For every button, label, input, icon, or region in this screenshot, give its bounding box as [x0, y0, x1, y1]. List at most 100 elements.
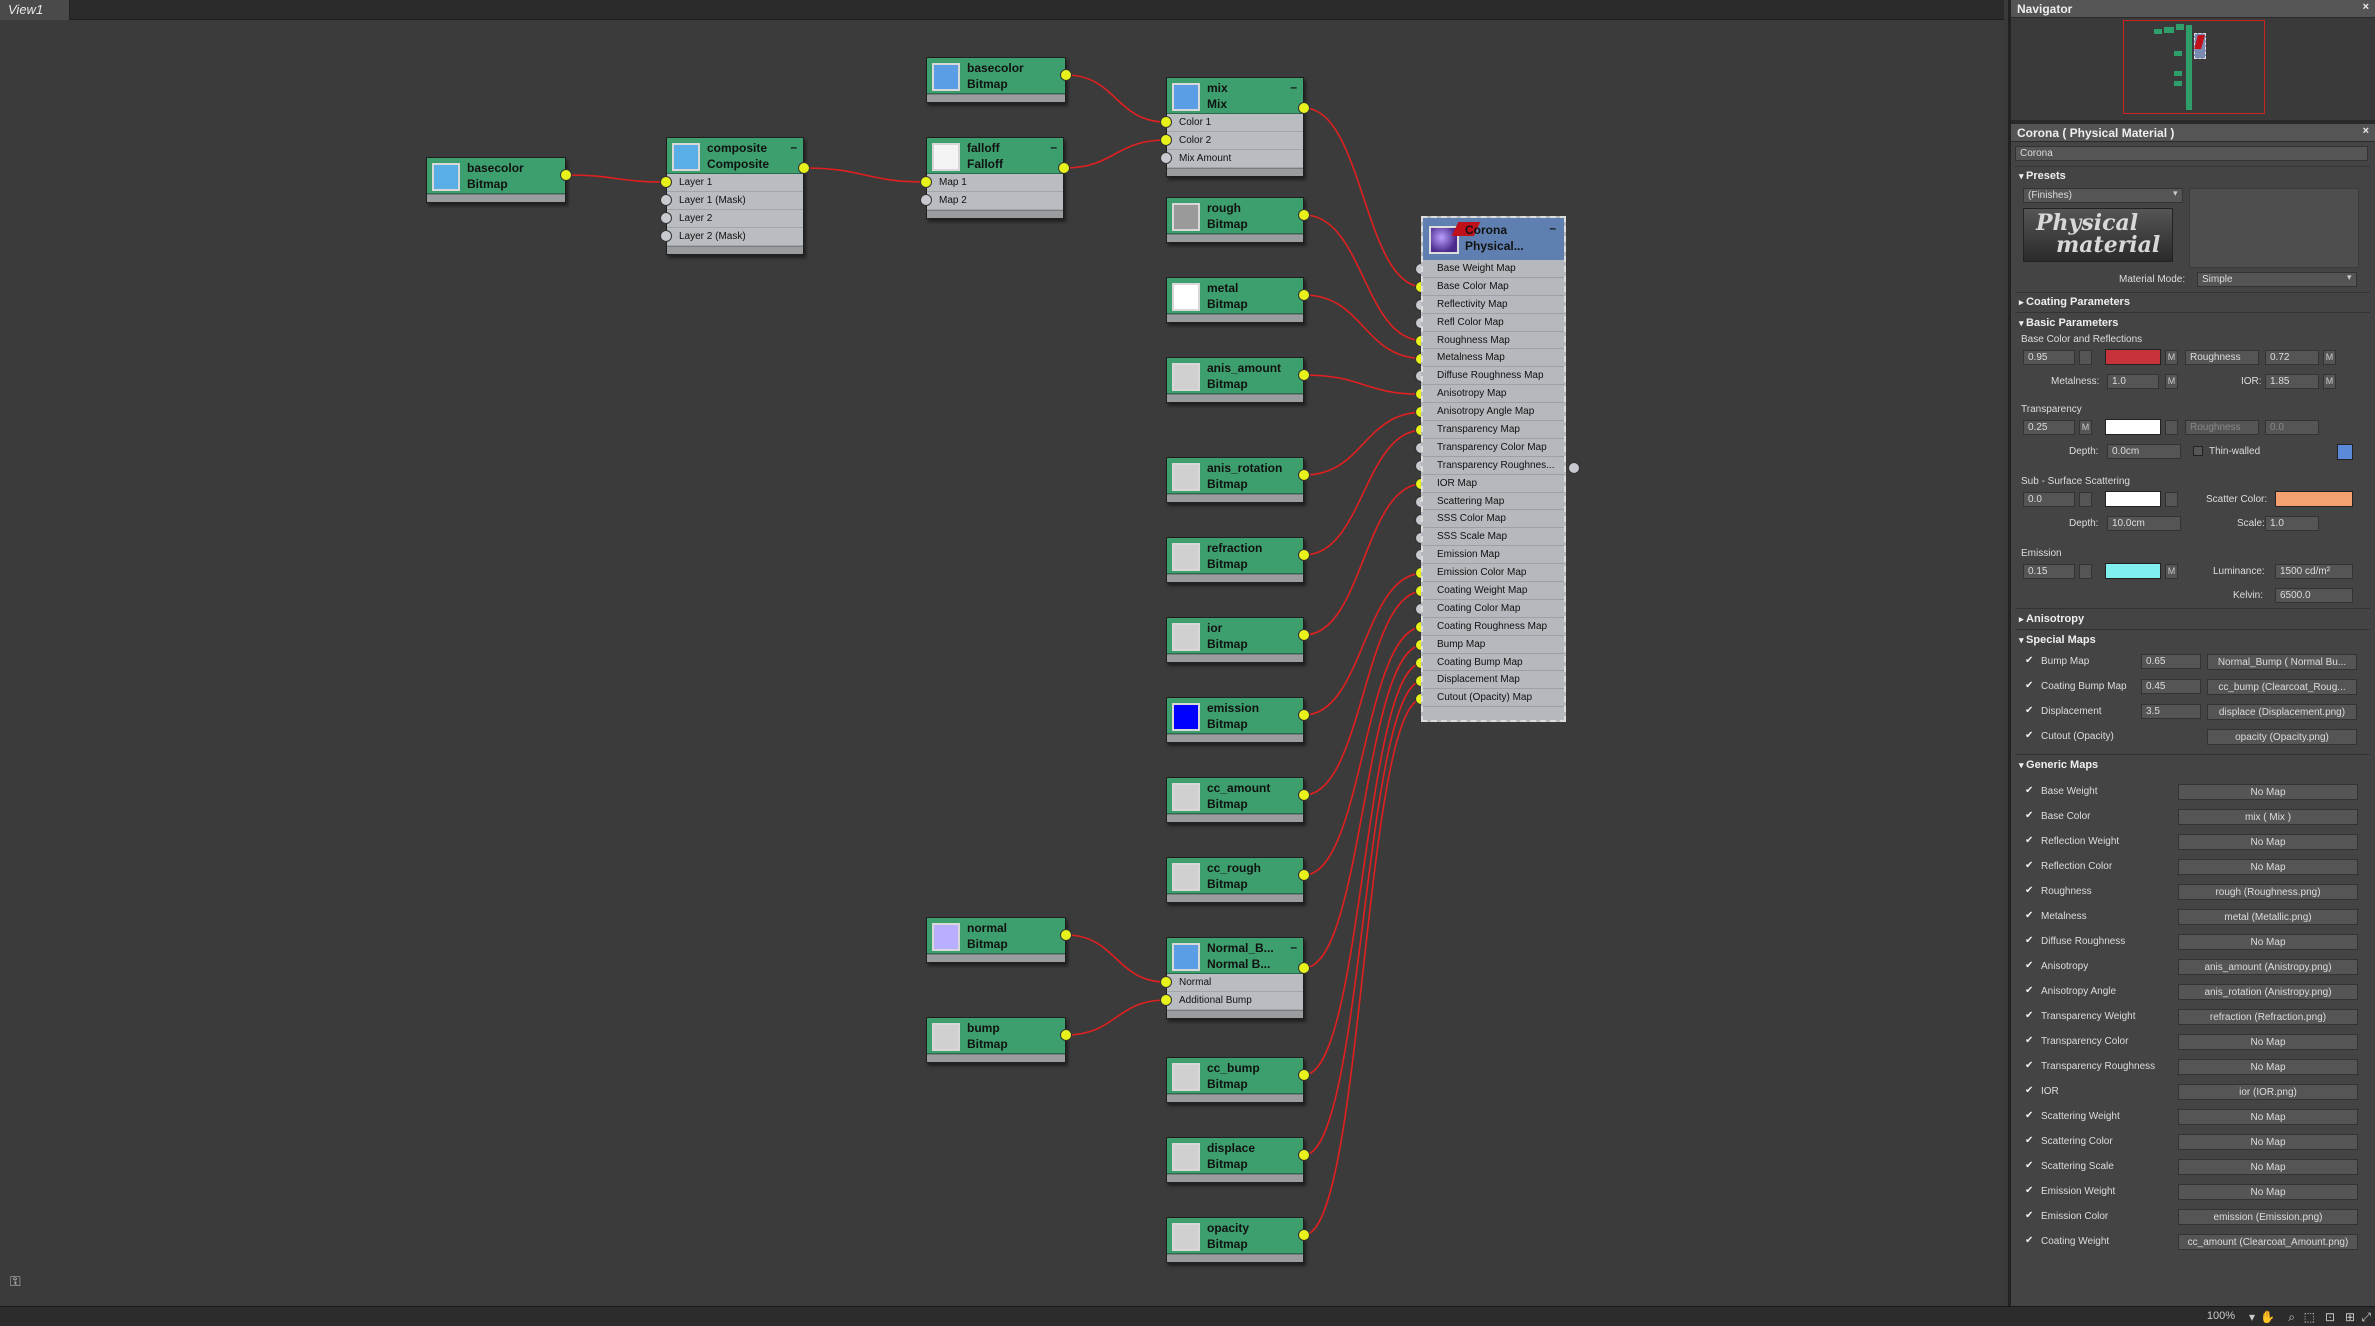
- checkbox[interactable]: ✔: [2025, 1011, 2035, 1021]
- output-port[interactable]: [1058, 162, 1070, 174]
- generic-maps-header[interactable]: Generic Maps: [2019, 759, 2098, 771]
- anisA-node[interactable]: anis_amount Bitmap: [1166, 357, 1304, 403]
- generic-map-button[interactable]: No Map: [2178, 1184, 2358, 1200]
- minimize-icon[interactable]: –: [1290, 940, 1297, 954]
- sss-scale-spinner[interactable]: 1.0: [2265, 516, 2319, 531]
- node-header[interactable]: Corona Physical... –: [1423, 218, 1564, 260]
- metal-node[interactable]: metal Bitmap: [1166, 277, 1304, 323]
- sss-depth-spinner[interactable]: 10.0cm: [2107, 516, 2181, 531]
- output-port[interactable]: [1298, 962, 1310, 974]
- generic-map-button[interactable]: No Map: [2178, 934, 2358, 950]
- corona-input-slot[interactable]: Displacement Map: [1423, 671, 1564, 690]
- output-port[interactable]: [1298, 869, 1310, 881]
- ior-node[interactable]: ior Bitmap: [1166, 617, 1304, 663]
- input-slot[interactable]: Map 1: [927, 174, 1063, 192]
- node-header[interactable]: mix Mix –: [1167, 78, 1303, 114]
- special-maps-header[interactable]: Special Maps: [2019, 634, 2096, 646]
- scatter-color-swatch[interactable]: [2275, 491, 2353, 507]
- transparency-map-button[interactable]: M: [2079, 420, 2092, 435]
- node-header[interactable]: composite Composite –: [667, 138, 803, 174]
- sss-level-spinner[interactable]: 0.0: [2023, 492, 2075, 507]
- zoom-icon[interactable]: ⌕: [2288, 1310, 2295, 1325]
- transparency-color-swatch[interactable]: [2105, 419, 2161, 435]
- lock-icon[interactable]: [2337, 444, 2353, 460]
- node-header[interactable]: anis_rotation Bitmap: [1167, 458, 1303, 494]
- checkbox[interactable]: ✔: [2025, 961, 2035, 971]
- norm-node[interactable]: normal Bitmap: [926, 917, 1066, 963]
- opac-node[interactable]: opacity Bitmap: [1166, 1217, 1304, 1263]
- corona-input-slot[interactable]: Transparency Color Map: [1423, 439, 1564, 457]
- output-port[interactable]: [1298, 629, 1310, 641]
- checkbox[interactable]: ✔: [2025, 886, 2035, 896]
- corona-input-slot[interactable]: Emission Map: [1423, 546, 1564, 565]
- node-header[interactable]: emission Bitmap: [1167, 698, 1303, 734]
- input-port[interactable]: [660, 194, 672, 206]
- emission-level-spinner[interactable]: 0.15: [2023, 564, 2075, 579]
- node-header[interactable]: bump Bitmap: [927, 1018, 1065, 1054]
- view-tab[interactable]: View1: [0, 0, 70, 20]
- generic-map-button[interactable]: No Map: [2178, 784, 2358, 800]
- rough-node[interactable]: rough Bitmap: [1166, 197, 1304, 243]
- presets-dropdown[interactable]: (Finishes): [2023, 188, 2183, 203]
- lock-icon[interactable]: ⚿: [10, 1273, 21, 1290]
- output-port[interactable]: [1298, 289, 1310, 301]
- node-header[interactable]: opacity Bitmap: [1167, 1218, 1303, 1254]
- input-port[interactable]: [1160, 152, 1172, 164]
- checkbox[interactable]: ✔: [2025, 861, 2035, 871]
- node-header[interactable]: normal Bitmap: [927, 918, 1065, 954]
- input-port[interactable]: [660, 176, 672, 188]
- metalness-map-button[interactable]: M: [2165, 374, 2178, 389]
- input-slot[interactable]: Layer 2: [667, 210, 803, 228]
- special-map-button[interactable]: cc_bump (Clearcoat_Roug...: [2207, 679, 2357, 695]
- close-icon[interactable]: ×: [2363, 125, 2369, 137]
- checkbox[interactable]: ✔: [2025, 1061, 2035, 1071]
- generic-map-button[interactable]: anis_amount (Anistropy.png): [2178, 959, 2358, 975]
- input-port[interactable]: [1160, 116, 1172, 128]
- special-map-amount[interactable]: 0.65: [2141, 654, 2201, 669]
- roughness-spinner[interactable]: 0.72: [2265, 350, 2319, 365]
- node-header[interactable]: cc_bump Bitmap: [1167, 1058, 1303, 1094]
- ccb-node[interactable]: cc_bump Bitmap: [1166, 1057, 1304, 1103]
- output-port[interactable]: [1298, 469, 1310, 481]
- material-mode-dropdown[interactable]: Simple: [2197, 272, 2357, 287]
- input-port[interactable]: [660, 230, 672, 242]
- corona-input-slot[interactable]: Transparency Map: [1423, 421, 1564, 439]
- special-map-button[interactable]: opacity (Opacity.png): [2207, 729, 2357, 745]
- base-level-map-button[interactable]: [2079, 350, 2092, 365]
- checkbox[interactable]: ✔: [2025, 1211, 2035, 1221]
- mix-node[interactable]: mix Mix – Color 1 Color 2 Mix Amount: [1166, 77, 1304, 177]
- navigator-view[interactable]: [2011, 18, 2375, 124]
- corona-input-slot[interactable]: SSS Scale Map: [1423, 528, 1564, 547]
- minimize-icon[interactable]: –: [1549, 221, 1556, 235]
- generic-map-button[interactable]: mix ( Mix ): [2178, 809, 2358, 825]
- ccr-node[interactable]: cc_rough Bitmap: [1166, 857, 1304, 903]
- input-slot[interactable]: Mix Amount: [1167, 150, 1303, 168]
- output-port[interactable]: [560, 169, 572, 181]
- checkbox[interactable]: ✔: [2025, 1161, 2035, 1171]
- input-slot[interactable]: Color 1: [1167, 114, 1303, 132]
- transparency-color-map-button[interactable]: [2165, 420, 2178, 435]
- output-port[interactable]: [1298, 1069, 1310, 1081]
- refr-node[interactable]: refraction Bitmap: [1166, 537, 1304, 583]
- checkbox[interactable]: ✔: [2025, 731, 2035, 741]
- input-port[interactable]: [1160, 994, 1172, 1006]
- checkbox[interactable]: ✔: [2025, 1111, 2035, 1121]
- coating-parameters-header[interactable]: Coating Parameters: [2019, 296, 2130, 308]
- generic-map-button[interactable]: ior (IOR.png): [2178, 1084, 2358, 1100]
- checkbox[interactable]: ✔: [2025, 681, 2035, 691]
- generic-map-button[interactable]: emission (Emission.png): [2178, 1209, 2358, 1225]
- output-port[interactable]: [1298, 1149, 1310, 1161]
- special-map-button[interactable]: Normal_Bump ( Normal Bu...: [2207, 654, 2357, 670]
- emission-color-swatch[interactable]: [2105, 563, 2161, 579]
- input-port[interactable]: [1160, 976, 1172, 988]
- base-color-swatch[interactable]: [2105, 349, 2161, 365]
- generic-map-button[interactable]: rough (Roughness.png): [2178, 884, 2358, 900]
- presets-header[interactable]: Presets: [2019, 170, 2066, 182]
- corona-input-slot[interactable]: Anisotropy Angle Map: [1423, 403, 1564, 422]
- pan-hand-icon[interactable]: ✋: [2260, 1310, 2275, 1324]
- node-header[interactable]: cc_amount Bitmap: [1167, 778, 1303, 814]
- material-name-field[interactable]: Corona: [2015, 146, 2368, 161]
- checkbox[interactable]: ✔: [2025, 986, 2035, 996]
- checkbox[interactable]: ✔: [2025, 836, 2035, 846]
- output-port[interactable]: [1060, 929, 1072, 941]
